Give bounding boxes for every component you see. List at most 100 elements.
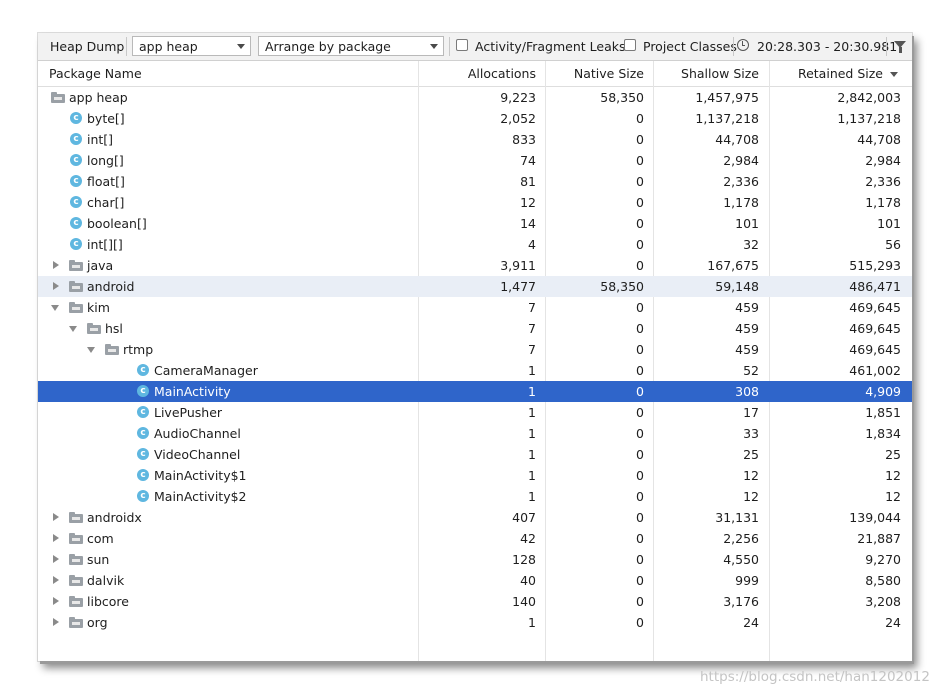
table-row[interactable]: kim 7 0 459 469,645 (38, 297, 912, 318)
retained-size-cell: 21,887 (857, 531, 901, 546)
retained-size-cell: 9,270 (865, 552, 901, 567)
table-row[interactable]: c MainActivity$1 1 0 12 12 (38, 465, 912, 486)
native-size-cell: 0 (636, 531, 644, 546)
expand-arrow-icon[interactable] (53, 282, 59, 290)
native-size-cell: 0 (636, 342, 644, 357)
table-row[interactable]: org 1 0 24 24 (38, 612, 912, 633)
package-name: CameraManager (154, 363, 258, 378)
table-row[interactable]: c CameraManager 1 0 52 461,002 (38, 360, 912, 381)
package-name: sun (87, 552, 110, 567)
table-row[interactable]: sun 128 0 4,550 9,270 (38, 549, 912, 570)
expand-arrow-icon[interactable] (53, 597, 59, 605)
allocations-cell: 40 (520, 573, 536, 588)
expand-arrow-icon[interactable] (53, 576, 59, 584)
package-folder-icon (69, 617, 83, 628)
toolbar-separator (449, 37, 450, 56)
native-size-cell: 0 (636, 510, 644, 525)
table-row[interactable]: com 42 0 2,256 21,887 (38, 528, 912, 549)
package-folder-icon (105, 344, 119, 355)
native-size-cell: 0 (636, 363, 644, 378)
class-icon: c (70, 217, 82, 229)
toolbar: Heap Dump app heap Arrange by package Ac… (38, 33, 912, 61)
allocations-cell: 42 (520, 531, 536, 546)
package-name: boolean[] (87, 216, 147, 231)
table-row[interactable]: androidx 407 0 31,131 139,044 (38, 507, 912, 528)
collapse-arrow-icon[interactable] (87, 347, 95, 353)
table-row[interactable]: hsl 7 0 459 469,645 (38, 318, 912, 339)
class-icon: c (137, 448, 149, 460)
retained-size-cell: 469,645 (849, 321, 901, 336)
native-size-cell: 0 (636, 615, 644, 630)
table-row[interactable]: dalvik 40 0 999 8,580 (38, 570, 912, 591)
shallow-size-cell: 59,148 (715, 279, 759, 294)
table-row[interactable]: java 3,911 0 167,675 515,293 (38, 255, 912, 276)
package-name: MainActivity$1 (154, 468, 247, 483)
retained-size-cell: 486,471 (849, 279, 901, 294)
table-row[interactable]: c boolean[] 14 0 101 101 (38, 213, 912, 234)
column-header-retained-size[interactable]: Retained Size (770, 61, 883, 86)
shallow-size-cell: 308 (735, 384, 759, 399)
filter-icon[interactable] (894, 41, 906, 53)
arrange-select-value: Arrange by package (265, 39, 391, 54)
allocations-cell: 12 (520, 195, 536, 210)
package-name: dalvik (87, 573, 125, 588)
table-row[interactable]: c long[] 74 0 2,984 2,984 (38, 150, 912, 171)
table-row[interactable]: c VideoChannel 1 0 25 25 (38, 444, 912, 465)
table-row[interactable]: android 1,477 58,350 59,148 486,471 (38, 276, 912, 297)
column-header-shallow-size[interactable]: Shallow Size (654, 61, 759, 86)
column-header-native-size[interactable]: Native Size (546, 61, 644, 86)
expand-arrow-icon[interactable] (53, 555, 59, 563)
table-row[interactable]: c int[] 833 0 44,708 44,708 (38, 129, 912, 150)
table-row[interactable]: rtmp 7 0 459 469,645 (38, 339, 912, 360)
table-row[interactable]: c int[][] 4 0 32 56 (38, 234, 912, 255)
column-header-name[interactable]: Package Name (49, 61, 142, 86)
retained-size-cell: 12 (885, 489, 901, 504)
package-name: hsl (105, 321, 123, 336)
table-row[interactable]: c MainActivity 1 0 308 4,909 (38, 381, 912, 402)
native-size-cell: 0 (636, 321, 644, 336)
native-size-cell: 0 (636, 132, 644, 147)
native-size-cell: 0 (636, 174, 644, 189)
leaks-checkbox-label[interactable]: Activity/Fragment Leaks (475, 39, 625, 54)
table-row[interactable]: app heap 9,223 58,350 1,457,975 2,842,003 (38, 87, 912, 108)
project-classes-label[interactable]: Project Classes (643, 39, 737, 54)
shallow-size-cell: 31,131 (715, 510, 759, 525)
table-row[interactable]: libcore 140 0 3,176 3,208 (38, 591, 912, 612)
package-folder-icon (69, 575, 83, 586)
heap-select[interactable]: app heap (132, 36, 251, 56)
table-row[interactable]: c AudioChannel 1 0 33 1,834 (38, 423, 912, 444)
project-classes-checkbox[interactable] (624, 39, 636, 51)
native-size-cell: 58,350 (600, 279, 644, 294)
retained-size-cell: 4,909 (865, 384, 901, 399)
native-size-cell: 0 (636, 258, 644, 273)
collapse-arrow-icon[interactable] (51, 305, 59, 311)
table-row[interactable]: c char[] 12 0 1,178 1,178 (38, 192, 912, 213)
table-row[interactable]: c MainActivity$2 1 0 12 12 (38, 486, 912, 507)
package-name: MainActivity (154, 384, 231, 399)
expand-arrow-icon[interactable] (53, 513, 59, 521)
table-row[interactable]: c LivePusher 1 0 17 1,851 (38, 402, 912, 423)
expand-arrow-icon[interactable] (53, 534, 59, 542)
retained-size-cell: 2,984 (865, 153, 901, 168)
table-row[interactable]: c byte[] 2,052 0 1,137,218 1,137,218 (38, 108, 912, 129)
native-size-cell: 0 (636, 195, 644, 210)
table-row[interactable]: c float[] 81 0 2,336 2,336 (38, 171, 912, 192)
leaks-checkbox[interactable] (456, 39, 468, 51)
column-header-allocations[interactable]: Allocations (419, 61, 536, 86)
collapse-arrow-icon[interactable] (69, 326, 77, 332)
expand-arrow-icon[interactable] (53, 618, 59, 626)
allocations-cell: 1 (528, 468, 536, 483)
package-name: float[] (87, 174, 125, 189)
clock-icon (737, 39, 749, 51)
package-folder-icon (87, 323, 101, 334)
shallow-size-cell: 25 (743, 447, 759, 462)
table-header: Package Name Allocations Native Size Sha… (38, 61, 912, 87)
package-name: int[] (87, 132, 114, 147)
native-size-cell: 0 (636, 468, 644, 483)
toolbar-separator (886, 37, 887, 56)
expand-arrow-icon[interactable] (53, 261, 59, 269)
shallow-size-cell: 4,550 (723, 552, 759, 567)
arrange-select[interactable]: Arrange by package (258, 36, 444, 56)
retained-size-cell: 56 (885, 237, 901, 252)
heap-dump-label: Heap Dump (50, 39, 125, 54)
